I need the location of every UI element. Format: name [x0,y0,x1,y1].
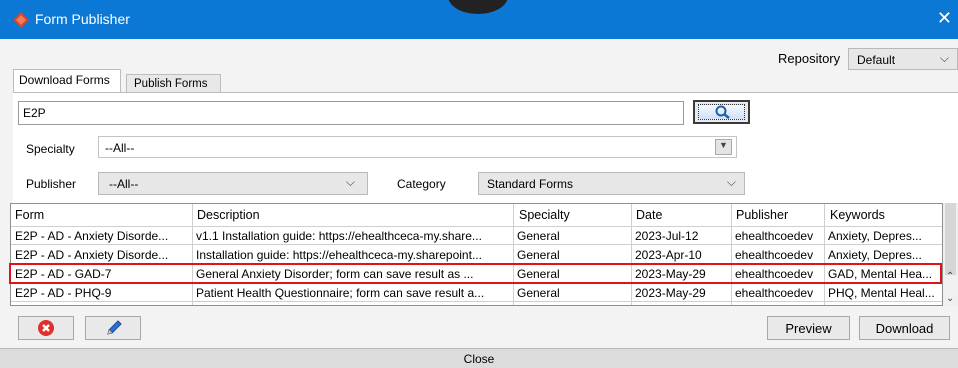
specialty-label: Specialty [26,142,75,156]
publisher-select[interactable]: --All-- ⌵ [98,172,368,195]
cell-keywords: Anxiety, Depres... [828,229,922,243]
preview-button[interactable]: Preview [767,316,850,340]
chevron-down-icon: ⌵ [345,175,355,189]
category-label: Category [397,177,446,191]
search-button[interactable] [693,100,750,124]
search-button-face [698,104,745,120]
column-header-date[interactable]: Date [636,208,662,222]
cell-keywords: PHQ, Mental Heal... [828,286,935,300]
cell-date: 2023-Apr-10 [635,248,702,262]
scroll-up-icon[interactable]: ⌃ [946,271,954,282]
chevron-down-icon: ⌵ [939,51,949,65]
cell-publisher: ehealthcoedev [735,248,814,262]
specialty-dropdown-button[interactable]: ▼ [715,139,732,155]
table-row[interactable]: E2P - AD - Anxiety Disorde... Installati… [11,245,942,264]
cell-form: E2P - AD - PHQ-9 [15,286,112,300]
window-close-button[interactable]: ✕ [937,8,952,28]
repository-label: Repository [778,51,841,66]
tab-publish-forms[interactable]: Publish Forms [126,74,221,93]
selected-row-highlight [9,263,942,284]
column-header-description[interactable]: Description [197,208,260,222]
column-header-keywords[interactable]: Keywords [830,208,885,222]
publisher-label: Publisher [26,177,77,191]
main-content: Repository Default ⌵ Download Forms Publ… [0,39,958,368]
cell-form: E2P - AD - Anxiety Disorde... [15,248,169,262]
scroll-down-icon[interactable]: ⌄ [946,293,954,304]
cell-specialty: General [517,229,560,243]
tab-download-forms[interactable]: Download Forms [13,69,121,93]
cell-description: v1.1 Installation guide: https://ehealth… [196,229,482,243]
pencil-icon [107,320,122,335]
table-row[interactable]: E2P - AD - PHQ-9 Patient Health Question… [11,283,942,302]
cell-date: 2023-May-29 [635,286,706,300]
app-logo-icon [13,12,29,28]
delete-button[interactable] [18,316,74,340]
search-icon [715,105,730,119]
search-input[interactable]: E2P [18,101,684,125]
cell-specialty: General [517,286,560,300]
cell-description: Installation guide: https://ehealthceca-… [196,248,482,262]
repository-select[interactable]: Default ⌵ [848,48,958,70]
category-value: Standard Forms [487,177,574,191]
scrollbar-thumb[interactable] [945,203,956,275]
column-header-publisher[interactable]: Publisher [736,208,788,222]
table-header: Form Description Specialty Date Publishe… [11,204,942,227]
cell-publisher: ehealthcoedev [735,286,814,300]
table-row[interactable]: E2P - AD - Anxiety Disorde... v1.1 Insta… [11,226,942,245]
specialty-select[interactable]: --All-- ▼ [98,136,737,158]
close-button[interactable]: Close [0,348,958,368]
repository-value: Default [857,53,896,67]
table-scrollbar[interactable]: ⌃ ⌄ [943,203,958,306]
category-select[interactable]: Standard Forms ⌵ [478,172,745,195]
edit-button[interactable] [85,316,141,340]
specialty-value: --All-- [105,141,135,155]
forms-table: Form Description Specialty Date Publishe… [10,203,943,306]
column-header-specialty[interactable]: Specialty [519,208,570,222]
publisher-value: --All-- [109,177,139,191]
column-header-form[interactable]: Form [15,208,44,222]
delete-icon [38,320,54,336]
triangle-down-icon: ▼ [719,140,728,150]
chevron-down-icon: ⌵ [726,175,736,189]
cell-date: 2023-Jul-12 [635,229,699,243]
window-title: Form Publisher [35,11,130,27]
cell-publisher: ehealthcoedev [735,229,814,243]
cell-description: Patient Health Questionnaire; form can s… [196,286,485,300]
download-button[interactable]: Download [859,316,950,340]
cell-keywords: Anxiety, Depres... [828,248,922,262]
cell-form: E2P - AD - Anxiety Disorde... [15,229,169,243]
cell-specialty: General [517,248,560,262]
